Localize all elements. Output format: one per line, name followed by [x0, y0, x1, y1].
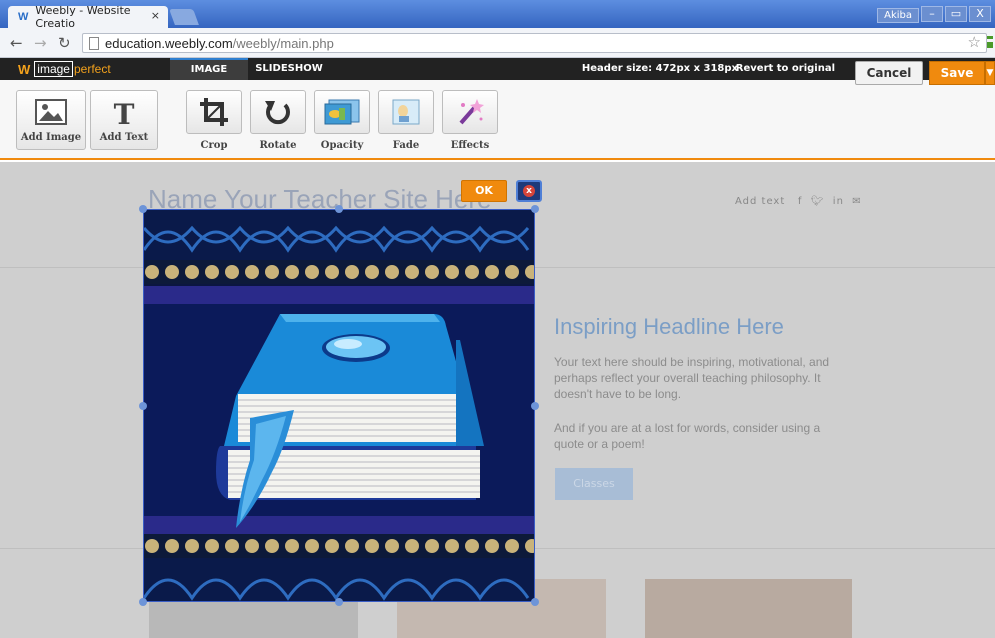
forward-arrow-icon[interactable]: →	[34, 34, 47, 52]
opacity-icon	[324, 99, 360, 125]
cancel-button[interactable]: Cancel	[855, 61, 923, 85]
effects-button[interactable]	[442, 90, 498, 134]
minimize-button[interactable]: –	[921, 6, 943, 22]
header-size-label: Header size: 472px x 318px	[581, 63, 738, 74]
bookmark-star-icon[interactable]: ☆	[968, 33, 981, 51]
resize-handle-top-right[interactable]	[531, 205, 539, 213]
resize-handle-bottom-right[interactable]	[531, 598, 539, 606]
save-button[interactable]: Save	[929, 61, 985, 85]
image-toolbar: Add Image T Add Text Crop Rotate Opacity…	[0, 80, 995, 160]
page-icon	[89, 36, 99, 50]
image-icon	[35, 99, 67, 125]
close-icon: x	[523, 185, 535, 197]
back-arrow-icon[interactable]: ←	[10, 34, 23, 52]
fade-icon	[392, 99, 420, 125]
imageperfect-logo: W image perfect	[18, 61, 111, 77]
text-t-icon: T	[114, 99, 135, 127]
effects-label: Effects	[450, 140, 490, 151]
quote-paragraph: And if you are at a lost for words, cons…	[554, 421, 821, 451]
intro-paragraph: Your text here should be inspiring, moti…	[554, 355, 830, 401]
resize-handle-top[interactable]	[335, 205, 343, 213]
svg-text:T: T	[114, 99, 135, 127]
reload-icon[interactable]: ↻	[58, 34, 71, 52]
add-text-button[interactable]: T Add Text	[90, 90, 158, 150]
fade-button[interactable]	[378, 90, 434, 134]
social-bar: Add text f 🐦︎ in ✉	[735, 196, 862, 207]
crop-button[interactable]	[186, 90, 242, 134]
editor-header: W image perfect IMAGE SLIDESHOW Header si…	[0, 58, 995, 80]
fade-label: Fade	[392, 140, 420, 151]
maximize-button[interactable]: ▭	[945, 6, 967, 22]
window-close-button[interactable]: X	[969, 6, 991, 22]
book-clipart-image	[144, 210, 534, 601]
facebook-icon[interactable]: f	[789, 196, 802, 207]
tab-close-icon[interactable]: ×	[151, 9, 160, 22]
tab-title: Weebly - Website Creatio	[35, 4, 131, 30]
headline: Inspiring Headline Here	[554, 314, 784, 339]
url-host: education.weebly.com	[105, 35, 233, 51]
opacity-label: Opacity	[320, 140, 364, 151]
rotate-label: Rotate	[259, 140, 297, 151]
resize-handle-bottom-left[interactable]	[139, 598, 147, 606]
user-badge[interactable]: Akiba	[877, 8, 919, 23]
address-bar: ← → ↻ education.weebly.com/weebly/main.p…	[0, 28, 995, 58]
ok-button[interactable]: OK	[461, 180, 507, 202]
revert-to-original-link[interactable]: Revert to original	[736, 63, 835, 74]
new-tab-button[interactable]	[169, 9, 199, 25]
thumbnail-image	[645, 579, 852, 638]
header-image[interactable]	[143, 209, 535, 602]
resize-handle-left[interactable]	[139, 402, 147, 410]
rotate-button[interactable]	[250, 90, 306, 134]
magic-wand-icon	[459, 99, 484, 125]
url-path: /weebly/main.php	[232, 35, 334, 51]
save-dropdown-icon[interactable]: ▼	[985, 61, 995, 85]
weebly-favicon-icon: W	[18, 11, 29, 23]
weebly-logo-icon: W	[18, 61, 31, 77]
browser-tab-bar: W Weebly - Website Creatio × Akiba – ▭ X	[0, 0, 995, 30]
url-input[interactable]: education.weebly.com/weebly/main.php	[82, 33, 987, 53]
resize-handle-bottom[interactable]	[335, 598, 343, 606]
discard-button[interactable]: x	[516, 180, 542, 202]
tab-image[interactable]: IMAGE	[170, 58, 248, 80]
classes-button[interactable]: Classes	[555, 468, 633, 500]
add-text-link[interactable]: Add text	[735, 196, 785, 207]
browser-menu-icon[interactable]	[987, 36, 993, 48]
mail-icon[interactable]: ✉	[848, 196, 862, 207]
browser-tab[interactable]: W Weebly - Website Creatio ×	[8, 4, 168, 30]
opacity-button[interactable]	[314, 90, 370, 134]
tab-slideshow[interactable]: SLIDESHOW	[250, 58, 328, 80]
rotate-icon	[265, 101, 290, 125]
linkedin-icon[interactable]: in	[829, 196, 844, 207]
resize-handle-top-left[interactable]	[139, 205, 147, 213]
twitter-icon[interactable]: 🐦︎	[807, 196, 825, 207]
screen: W Weebly - Website Creatio × Akiba – ▭ X…	[0, 0, 995, 638]
crop-icon	[200, 98, 228, 126]
resize-handle-right[interactable]	[531, 402, 539, 410]
crop-label: Crop	[200, 140, 228, 151]
add-image-button[interactable]: Add Image	[16, 90, 86, 150]
